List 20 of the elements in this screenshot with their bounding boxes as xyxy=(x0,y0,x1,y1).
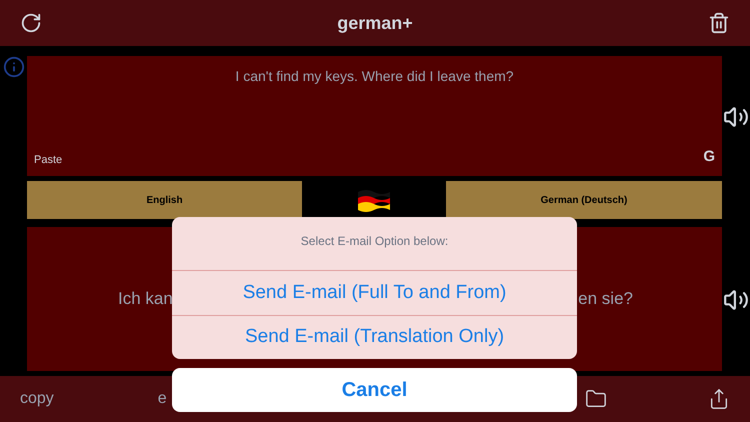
language-button[interactable]: German (Deutsch) xyxy=(446,181,722,219)
trash-icon[interactable] xyxy=(708,10,730,36)
language-button[interactable]: English xyxy=(27,181,302,219)
paste-button[interactable]: Paste xyxy=(34,152,62,168)
translation-text: en sie? xyxy=(578,288,633,310)
flag-icon xyxy=(356,188,392,212)
email-option[interactable]: Send E-mail (Full To and From) xyxy=(172,271,577,315)
email-option[interactable]: Send E-mail (Translation Only) xyxy=(172,315,577,359)
source-text: I can't find my keys. Where did I leave them? xyxy=(234,67,515,86)
translate-button[interactable]: G xyxy=(703,146,715,168)
app-title: german+ xyxy=(337,12,413,35)
refresh-icon[interactable] xyxy=(20,12,42,34)
copy-button[interactable]: copy xyxy=(20,387,54,411)
share-icon[interactable] xyxy=(708,386,730,412)
folder-icon[interactable] xyxy=(584,388,608,410)
toolbar-button[interactable]: e xyxy=(158,387,167,411)
source-panel[interactable]: I can't find my keys. Where did I leave them? Paste G xyxy=(27,56,722,176)
cancel-button[interactable]: Cancel xyxy=(172,368,577,412)
sheet-title: Select E-mail Option below: xyxy=(300,233,448,250)
translation-text: Ich kan xyxy=(118,288,173,310)
